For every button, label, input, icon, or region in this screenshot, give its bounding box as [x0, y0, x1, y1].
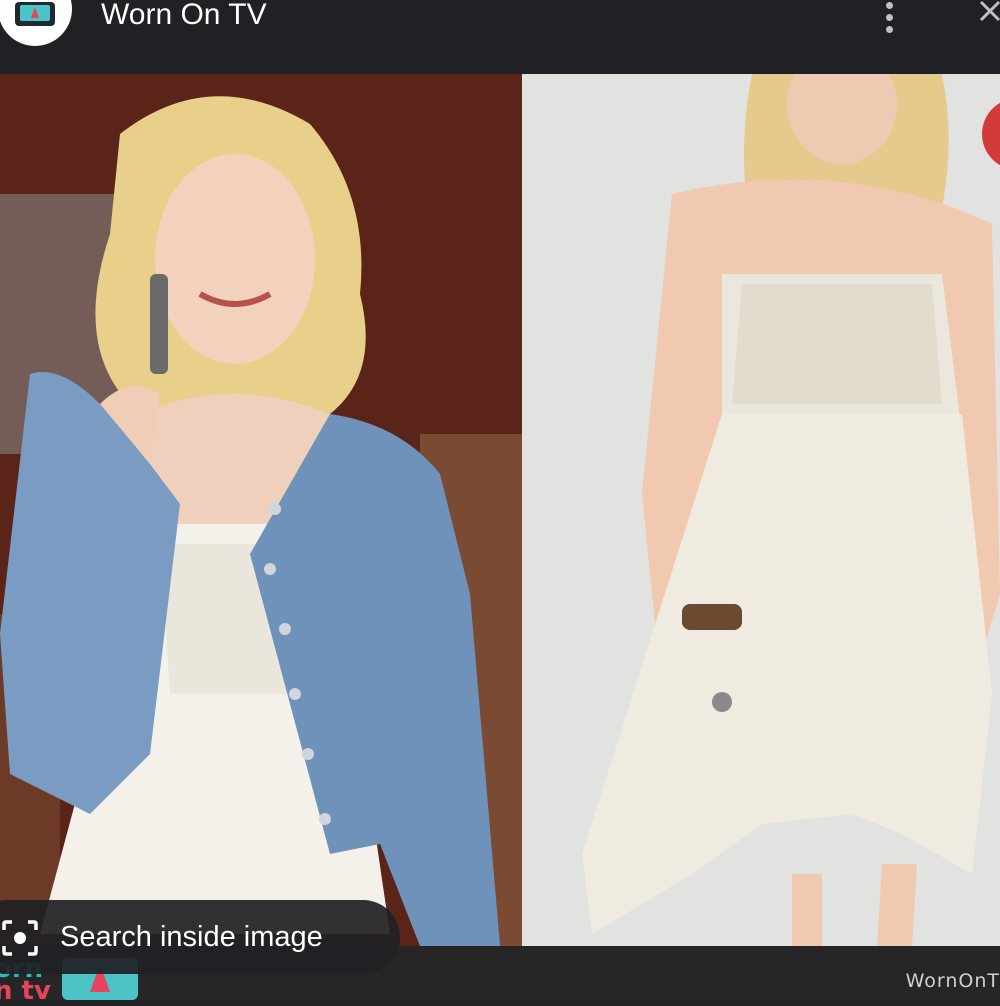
lens-icon: [2, 920, 38, 956]
top-app-bar: Worn On TV: [0, 0, 1000, 74]
dress-icon: [31, 7, 39, 18]
photo-left-illustration: [0, 74, 522, 946]
photo-right-illustration: [522, 74, 1000, 946]
watermark-text: WornOnT: [905, 970, 1000, 992]
image-viewer[interactable]: [0, 74, 1000, 946]
search-inside-image-label: Search inside image: [60, 921, 323, 953]
tv-shape: [15, 2, 55, 26]
footer-logo-text-line2: n tv: [0, 976, 51, 1006]
tv-screen: [20, 5, 50, 21]
close-icon[interactable]: [975, 0, 1000, 32]
woman-in-denim-jacket-and-white-dress-photo[interactable]: [0, 74, 522, 946]
site-title[interactable]: Worn On TV: [101, 0, 267, 35]
tv-dress-logo-icon[interactable]: [0, 0, 72, 46]
more-vert-icon[interactable]: [880, 0, 900, 36]
model-in-white-lace-dress-product-photo[interactable]: [522, 74, 1000, 946]
search-inside-image-button[interactable]: Search inside image: [0, 900, 400, 974]
